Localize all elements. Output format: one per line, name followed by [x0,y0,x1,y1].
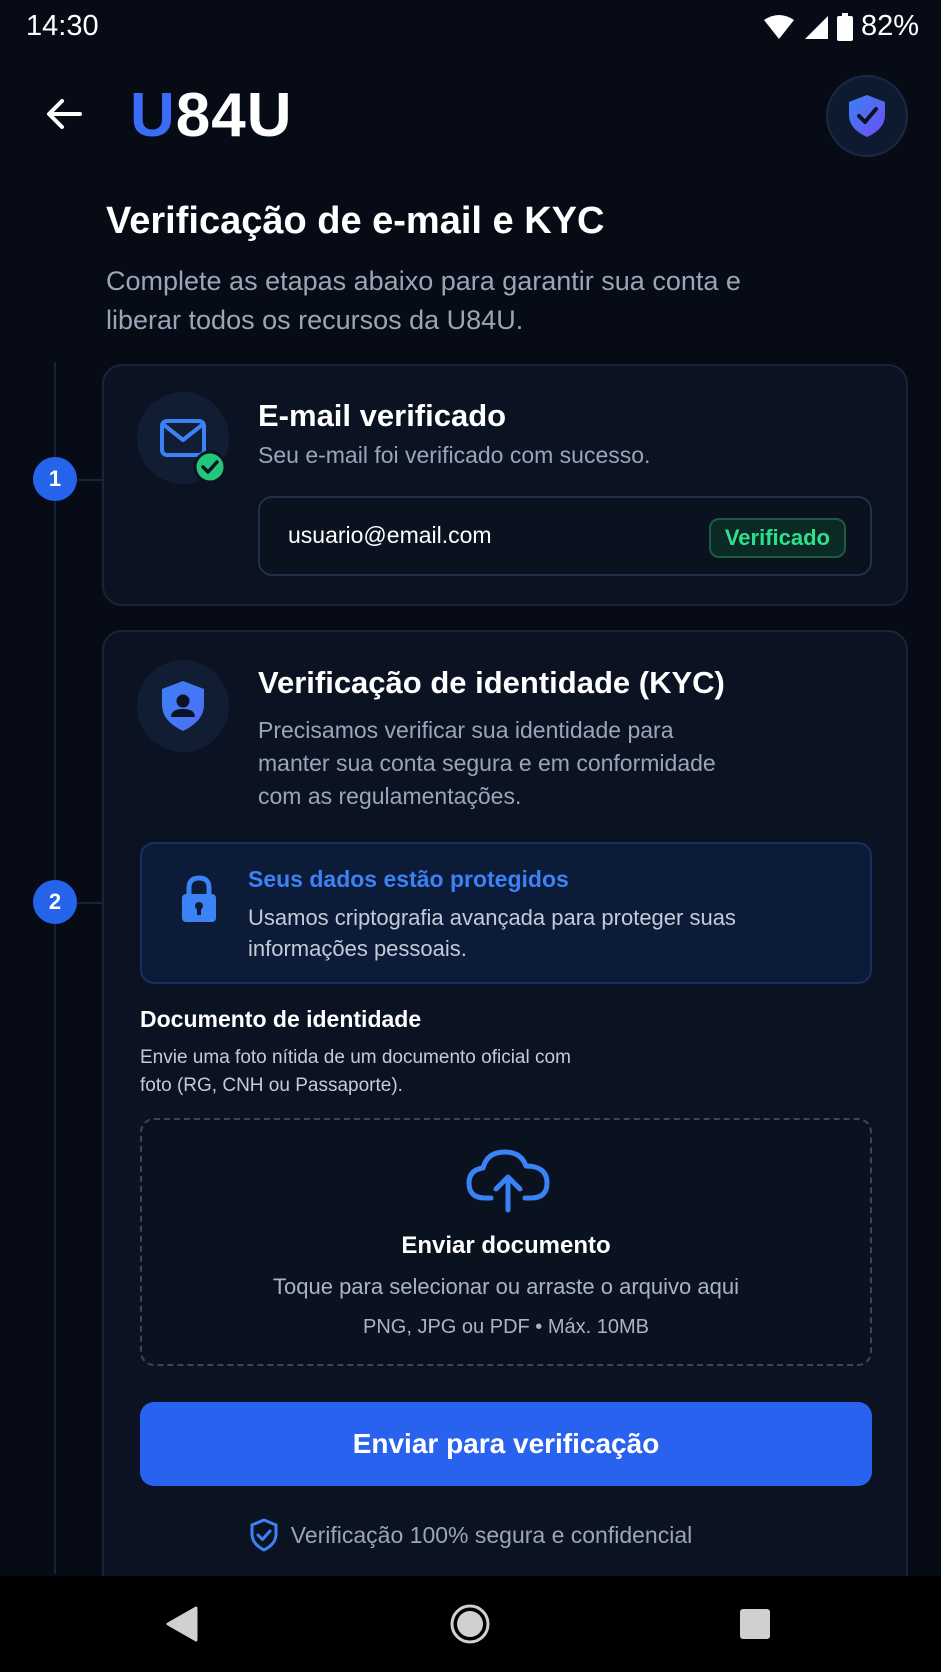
square-recents-icon [740,1609,770,1639]
page-subtitle: Complete as etapas abaixo para garantir … [106,266,741,335]
email-field: usuario@email.com Verificado [258,496,872,576]
upload-formats: PNG, JPG ou PDF • Máx. 10MB [363,1316,649,1338]
email-card-description: Seu e-mail foi verificado com sucesso. [258,442,651,468]
verified-badge: Verificado [708,518,846,558]
arrow-left-icon [47,99,82,129]
document-upload-dropzone[interactable]: Enviar documento Toque para selecionar o… [140,1118,872,1366]
shield-check-icon [849,95,885,137]
back-button[interactable] [38,88,90,140]
security-status-button[interactable] [826,75,908,157]
upload-title: Enviar documento [401,1232,611,1259]
document-section-text: Envie uma foto nítida de um documento of… [140,1047,571,1096]
battery-percent: 82% [860,10,919,42]
secure-notice: Verificação 100% segura e confidencial [0,1518,941,1552]
protection-title: Seus dados estão protegidos [248,866,569,892]
battery-icon [836,12,853,41]
secure-text: Verificação 100% segura e confidencial [290,1521,693,1548]
kyc-card-title: Verificação de identidade (KYC) [258,665,725,700]
status-icons: 82% [763,10,919,43]
shield-user-icon [162,681,204,731]
status-time: 14:30 [26,10,99,42]
protection-text: Usamos criptografia avançada para proteg… [248,905,736,961]
app-logo: U84U [130,80,293,151]
triangle-back-icon [166,1606,198,1642]
system-navigation-bar [0,1576,941,1672]
logo-rest: 84U [175,81,293,150]
logo-letter: U [130,81,176,150]
circle-home-icon [450,1604,490,1644]
email-value: usuario@email.com [288,522,492,548]
cloud-upload-icon [466,1149,550,1213]
submit-verification-button[interactable]: Enviar para verificação [140,1402,872,1486]
page-title: Verificação de e-mail e KYC [106,200,605,242]
kyc-icon-circle [137,660,229,752]
timeline-line [54,362,56,1574]
kyc-card-description: Precisamos verificar sua identidade para… [258,717,716,809]
nav-recents-button[interactable] [729,1598,781,1650]
email-card-title: E-mail verificado [258,398,507,433]
check-circle-icon [193,450,227,484]
signal-icon [804,15,828,39]
data-protection-notice: Seus dados estão protegidos Usamos cript… [140,842,872,984]
nav-home-button[interactable] [444,1598,496,1650]
shield-check-outline-icon [250,1518,278,1552]
step-number-1: 1 [33,457,77,501]
lock-icon [182,875,216,922]
wifi-icon [763,14,794,39]
document-section-title: Documento de identidade [140,1006,422,1032]
upload-hint: Toque para selecionar ou arraste o arqui… [273,1274,739,1299]
nav-back-button[interactable] [156,1598,208,1650]
step-number-2: 2 [33,880,77,924]
